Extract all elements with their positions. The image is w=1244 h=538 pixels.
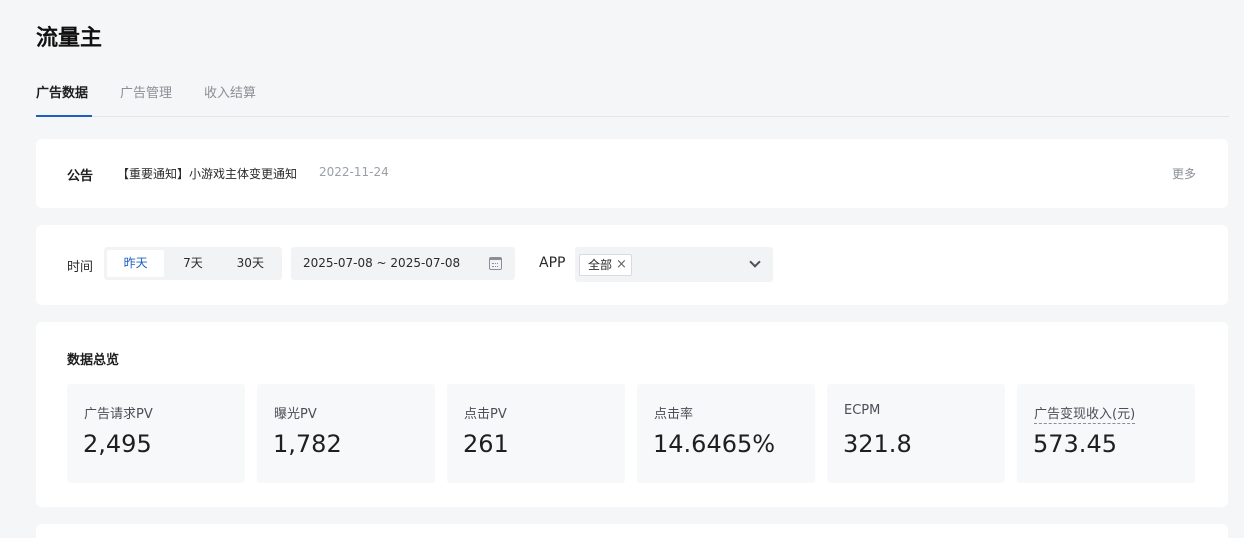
tab-ad-management[interactable]: 广告管理 (120, 78, 172, 116)
app-select[interactable]: 全部 × (575, 247, 773, 282)
metric-value: 1,782 (273, 430, 342, 458)
metric-label: 点击率 (654, 407, 694, 422)
chevron-down-icon[interactable] (749, 256, 761, 268)
app-tag-all: 全部 × (579, 254, 632, 276)
notice-label: 公告 (67, 169, 94, 184)
metric-label-with-tooltip[interactable]: 广告变现收入(元) (1034, 403, 1136, 424)
date-range-picker[interactable]: 2025-07-08 ~ 2025-07-08 (291, 247, 515, 280)
page: 流量主 广告数据 广告管理 收入结算 公告 【重要通知】小游戏主体变更通知 20… (0, 0, 1244, 538)
range-30days-button[interactable]: 30天 (222, 250, 279, 277)
metric-exposure-pv: 曝光PV 1,782 (257, 384, 435, 483)
overview-title: 数据总览 (67, 353, 120, 368)
notice-more-link[interactable]: 更多 (1172, 165, 1196, 182)
filter-card: 时间 昨天 7天 30天 2025-07-08 ~ 2025-07-08 APP… (36, 225, 1228, 305)
notice-link[interactable]: 【重要通知】小游戏主体变更通知 (117, 165, 297, 182)
range-7days-button[interactable]: 7天 (164, 250, 221, 277)
metric-label: 曝光PV (274, 407, 317, 422)
tab-bar: 广告数据 广告管理 收入结算 (36, 78, 1229, 117)
metric-click-pv: 点击PV 261 (447, 384, 625, 483)
metric-value: 14.6465% (653, 430, 776, 458)
metric-ecpm: ECPM 321.8 (827, 384, 1005, 483)
page-title: 流量主 (36, 26, 103, 51)
metric-value: 2,495 (83, 430, 152, 458)
metric-label: ECPM (844, 403, 881, 418)
metric-label: 广告请求PV (84, 407, 153, 422)
app-tag-label: 全部 (588, 258, 613, 272)
metric-ad-revenue: 广告变现收入(元) 573.45 (1017, 384, 1195, 483)
metric-value: 261 (463, 430, 509, 458)
overview-card: 数据总览 广告请求PV 2,495 曝光PV 1,782 点击PV 261 点击… (36, 322, 1228, 507)
time-range-selector: 昨天 7天 30天 (104, 247, 282, 280)
tag-close-icon[interactable]: × (616, 255, 627, 275)
range-yesterday-button[interactable]: 昨天 (107, 250, 165, 277)
metric-label: 点击PV (464, 407, 507, 422)
notice-card: 公告 【重要通知】小游戏主体变更通知 2022-11-24 更多 (36, 139, 1228, 208)
tab-ad-data[interactable]: 广告数据 (36, 78, 93, 117)
metrics-row: 广告请求PV 2,495 曝光PV 1,782 点击PV 261 点击率 14.… (67, 384, 1195, 483)
metric-value: 321.8 (843, 430, 912, 458)
next-section-card (36, 524, 1228, 538)
metric-ad-request-pv: 广告请求PV 2,495 (67, 384, 245, 483)
date-range-value: 2025-07-08 ~ 2025-07-08 (303, 256, 461, 270)
notice-date: 2022-11-24 (319, 165, 389, 179)
metric-value: 573.45 (1033, 430, 1117, 458)
metric-click-rate: 点击率 14.6465% (637, 384, 815, 483)
tab-revenue-settlement[interactable]: 收入结算 (204, 78, 256, 116)
calendar-icon (489, 257, 502, 270)
time-label: 时间 (67, 260, 94, 275)
app-label: APP (539, 255, 566, 271)
